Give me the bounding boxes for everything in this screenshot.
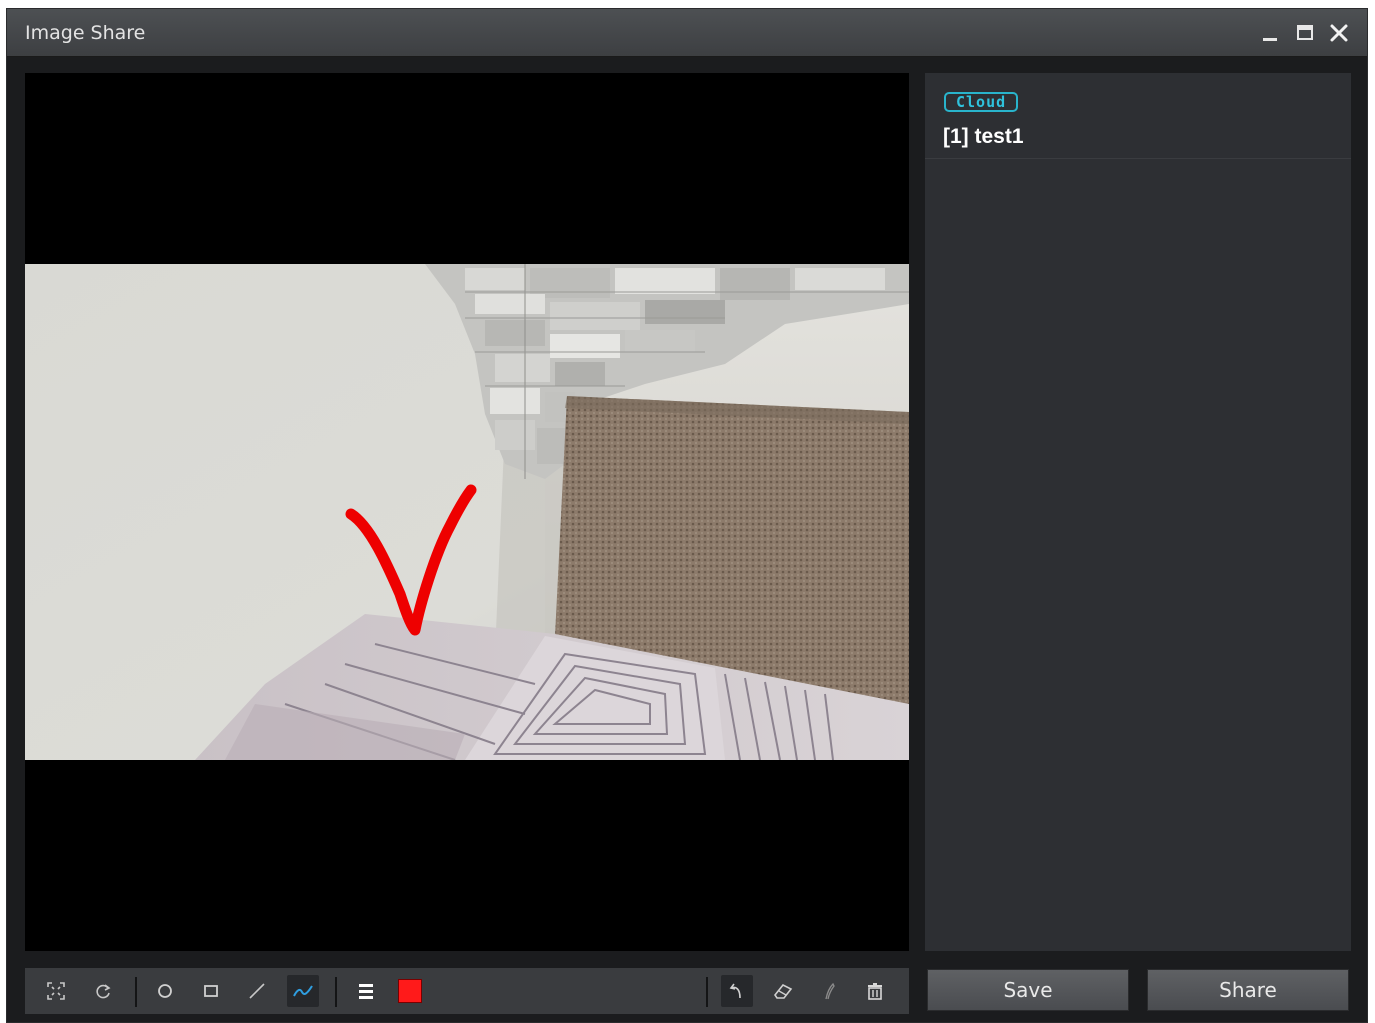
rectangle-tool[interactable] <box>195 975 227 1007</box>
image-share-window: Image Share Cloud [1] test1 Save Share <box>6 8 1368 1023</box>
rotate-icon <box>96 984 111 999</box>
minimize-button[interactable] <box>1257 20 1283 46</box>
line-tool[interactable] <box>241 975 273 1007</box>
share-list-panel: Cloud [1] test1 <box>925 73 1351 951</box>
maximize-icon <box>1297 25 1313 40</box>
eraser-button[interactable] <box>767 975 799 1007</box>
close-button[interactable] <box>1326 20 1352 46</box>
toolbar-separator <box>706 977 708 1007</box>
freehand-tool[interactable] <box>287 975 319 1007</box>
undo-button[interactable] <box>721 975 753 1007</box>
save-button[interactable]: Save <box>927 969 1129 1011</box>
drawing-toolbar <box>25 968 909 1014</box>
eraser-icon <box>774 983 793 999</box>
rectangle-icon <box>204 985 218 997</box>
pen-icon <box>825 982 835 1000</box>
toolbar-separator <box>135 977 137 1007</box>
shared-photo <box>25 264 909 760</box>
cloud-badge: Cloud <box>944 92 1019 112</box>
line-width-icon <box>359 984 373 999</box>
toolbar-separator <box>335 977 337 1007</box>
rotate-button[interactable] <box>87 975 119 1007</box>
list-item[interactable]: Cloud [1] test1 <box>925 73 1351 159</box>
fit-screen-button[interactable] <box>40 975 72 1007</box>
delete-button[interactable] <box>859 975 891 1007</box>
undo-icon <box>729 983 741 999</box>
image-viewer[interactable] <box>25 73 909 951</box>
circle-icon <box>158 984 172 998</box>
title-bar: Image Share <box>7 9 1367 57</box>
color-swatch[interactable] <box>398 979 422 1003</box>
fit-screen-icon <box>47 982 65 1000</box>
line-width-button[interactable] <box>350 975 382 1007</box>
circle-tool[interactable] <box>149 975 181 1007</box>
freehand-icon <box>293 985 313 997</box>
trash-icon <box>868 983 882 1000</box>
close-icon <box>1330 24 1348 42</box>
line-icon <box>249 983 265 999</box>
list-item-title: [1] test1 <box>943 125 1024 148</box>
maximize-button[interactable] <box>1292 20 1318 46</box>
pen-button[interactable] <box>813 975 845 1007</box>
minimize-icon <box>1263 38 1277 41</box>
share-button[interactable]: Share <box>1147 969 1349 1011</box>
window-title: Image Share <box>25 22 146 44</box>
